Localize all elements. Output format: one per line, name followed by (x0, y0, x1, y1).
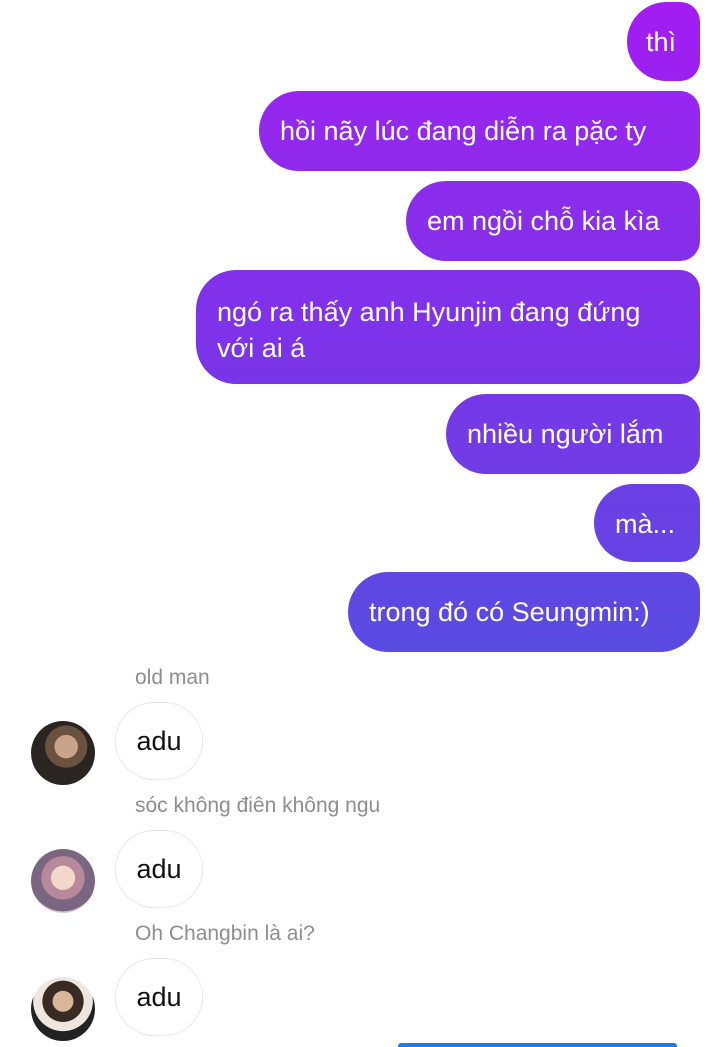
profile-photo-icon (31, 849, 95, 913)
incoming-message[interactable]: adu (115, 702, 203, 780)
message-text: trong đó có Seungmin:) (369, 597, 650, 627)
profile-photo-icon (31, 977, 95, 1041)
message-text-line: với ai á (217, 333, 306, 363)
message-text: adu (136, 982, 182, 1012)
outgoing-message[interactable]: em ngồi chỗ kia kìa (406, 181, 700, 261)
sender-name: sóc không điên không ngu (135, 794, 381, 817)
incoming-message[interactable]: adu (115, 830, 203, 908)
message-text: nhiều người lắm (467, 419, 664, 449)
message-text: adu (136, 854, 182, 884)
outgoing-message[interactable]: ngó ra thấy anh Hyunjin đang đứng với ai… (196, 270, 700, 384)
message-text: em ngồi chỗ kia kìa (427, 206, 660, 236)
message-text: hồi nãy lúc đang diễn ra pặc ty (280, 116, 647, 146)
message-text: adu (136, 726, 182, 756)
avatar[interactable] (31, 721, 95, 785)
avatar[interactable] (31, 849, 95, 913)
message-text: thì (646, 27, 677, 57)
sender-name: old man (135, 666, 210, 689)
next-message-edge (398, 1043, 677, 1047)
chat-thread[interactable]: thì hồi nãy lúc đang diễn ra pặc ty em n… (0, 0, 719, 1047)
message-text-line: ngó ra thấy anh Hyunjin đang đứng (217, 297, 641, 327)
outgoing-message[interactable]: nhiều người lắm (446, 394, 700, 474)
outgoing-message[interactable]: hồi nãy lúc đang diễn ra pặc ty (259, 91, 700, 171)
outgoing-message[interactable]: trong đó có Seungmin:) (348, 572, 700, 652)
incoming-message[interactable]: adu (115, 958, 203, 1036)
profile-photo-icon (31, 721, 95, 785)
outgoing-message[interactable]: thì (627, 2, 700, 81)
message-text: mà... (615, 509, 676, 539)
outgoing-message[interactable]: mà... (594, 484, 700, 562)
avatar[interactable] (31, 977, 95, 1041)
sender-name: Oh Changbin là ai? (135, 922, 315, 945)
